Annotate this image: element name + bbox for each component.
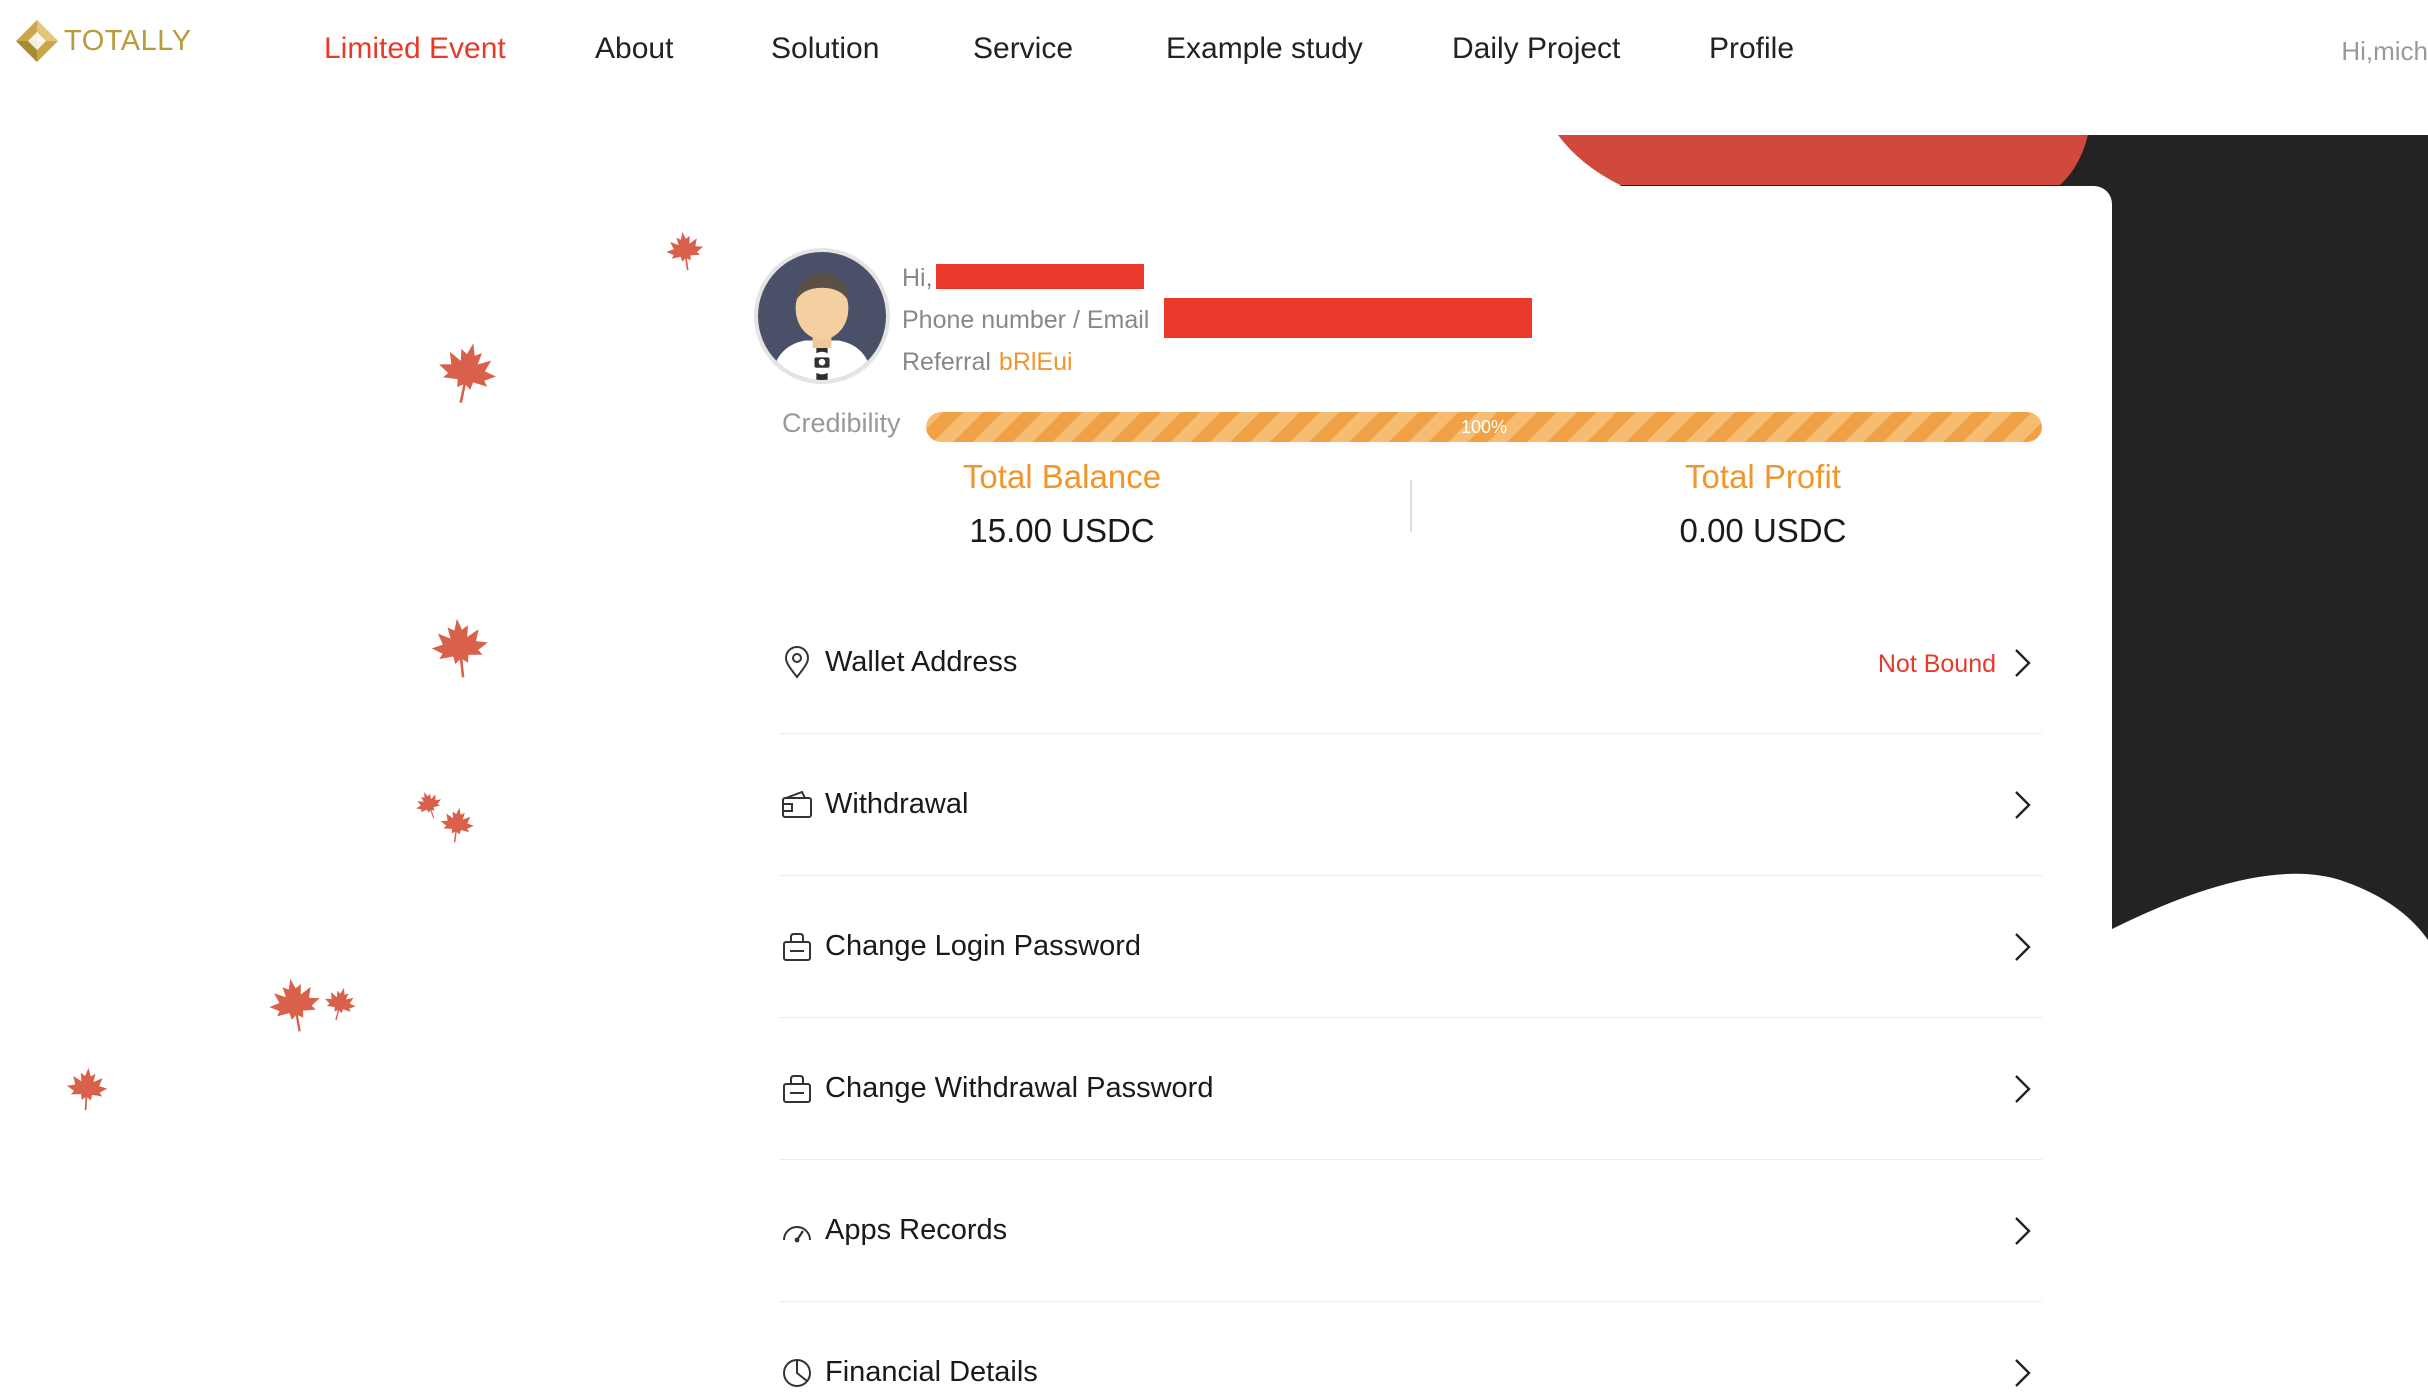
contact-label: Phone number / Email <box>902 306 1150 334</box>
maple-leaf-icon <box>438 805 476 845</box>
credibility-label: Credibility <box>782 408 901 438</box>
diamond-logo-icon <box>16 20 58 62</box>
total-balance-value: 15.00 USDC <box>969 512 1155 549</box>
speedometer-icon <box>783 1226 811 1243</box>
menu-label: Withdrawal <box>825 788 969 820</box>
pie-chart-icon <box>783 1359 811 1387</box>
avatar[interactable] <box>754 248 890 384</box>
menu-item-apps-records[interactable]: Apps Records <box>780 1160 2042 1302</box>
menu-item-withdrawal[interactable]: Withdrawal <box>780 734 2042 876</box>
account-menu: Wallet Address Not Bound Withdrawal Chan… <box>780 592 2042 1396</box>
menu-item-change-login-password[interactable]: Change Login Password <box>780 876 2042 1018</box>
menu-item-financial-details[interactable]: Financial Details <box>780 1302 2042 1396</box>
total-balance-label: Total Balance <box>962 458 1162 495</box>
total-profit-value: 0.00 USDC <box>1679 512 1847 549</box>
maple-leaf-icon <box>432 337 502 409</box>
nav-service[interactable]: Service <box>973 32 1073 66</box>
chevron-right-icon <box>2015 649 2031 677</box>
menu-label: Financial Details <box>825 1356 1038 1388</box>
menu-item-wallet-address[interactable]: Wallet Address Not Bound <box>780 592 2042 734</box>
stats-divider <box>1410 480 1412 532</box>
referral-label: Referral <box>902 348 991 376</box>
chevron-right-icon <box>2015 791 2031 819</box>
chevron-right-icon <box>2015 1359 2031 1387</box>
menu-label: Apps Records <box>825 1214 1008 1246</box>
maple-leaf-icon <box>65 1066 109 1112</box>
nav-example-study[interactable]: Example study <box>1166 32 1363 66</box>
nav-solution[interactable]: Solution <box>771 32 879 66</box>
maple-leaf-icon <box>265 974 325 1036</box>
user-greeting[interactable]: Hi,mich <box>2341 36 2428 67</box>
hi-label: Hi, <box>902 264 933 292</box>
top-navigation-bar: TOTALLY Limited Event About Solution Ser… <box>0 0 2428 100</box>
menu-item-change-withdrawal-password[interactable]: Change Withdrawal Password <box>780 1018 2042 1160</box>
menu-label: Wallet Address <box>825 646 1018 678</box>
redacted-contact <box>1164 298 1532 338</box>
chevron-right-icon <box>2015 1217 2031 1245</box>
nav-about[interactable]: About <box>595 32 673 66</box>
total-balance: Total Balance 15.00 USDC <box>812 458 1312 550</box>
maple-leaf-icon <box>664 229 706 273</box>
maple-leaf-icon <box>428 615 492 681</box>
total-profit-label: Total Profit <box>1685 458 1841 495</box>
menu-label: Change Withdrawal Password <box>825 1072 1214 1104</box>
referral-code[interactable]: bRlEui <box>999 348 1073 376</box>
credibility-progress-bar: 100% <box>926 412 2042 442</box>
brand-name: TOTALLY <box>64 24 192 57</box>
menu-label: Change Login Password <box>825 930 1141 962</box>
credibility-percent: 100% <box>1460 417 1508 437</box>
lock-icon <box>783 1075 811 1103</box>
redacted-username <box>936 264 1144 289</box>
total-profit: Total Profit 0.00 USDC <box>1513 458 2013 550</box>
nav-limited-event[interactable]: Limited Event <box>324 32 506 66</box>
wallet-icon <box>782 790 812 818</box>
brand-logo[interactable]: TOTALLY <box>14 18 192 64</box>
user-avatar-icon <box>758 252 886 380</box>
wallet-status: Not Bound <box>1877 650 1996 678</box>
profile-card: Hi, Phone number / Email Referral bRlEui … <box>740 186 2112 1396</box>
chevron-right-icon <box>2015 933 2031 961</box>
chevron-right-icon <box>2015 1075 2031 1103</box>
location-pin-icon <box>784 646 810 679</box>
lock-icon <box>783 933 811 961</box>
nav-profile[interactable]: Profile <box>1709 32 1794 66</box>
referral-line: Referral bRlEui <box>902 348 1073 377</box>
nav-daily-project[interactable]: Daily Project <box>1452 32 1620 66</box>
